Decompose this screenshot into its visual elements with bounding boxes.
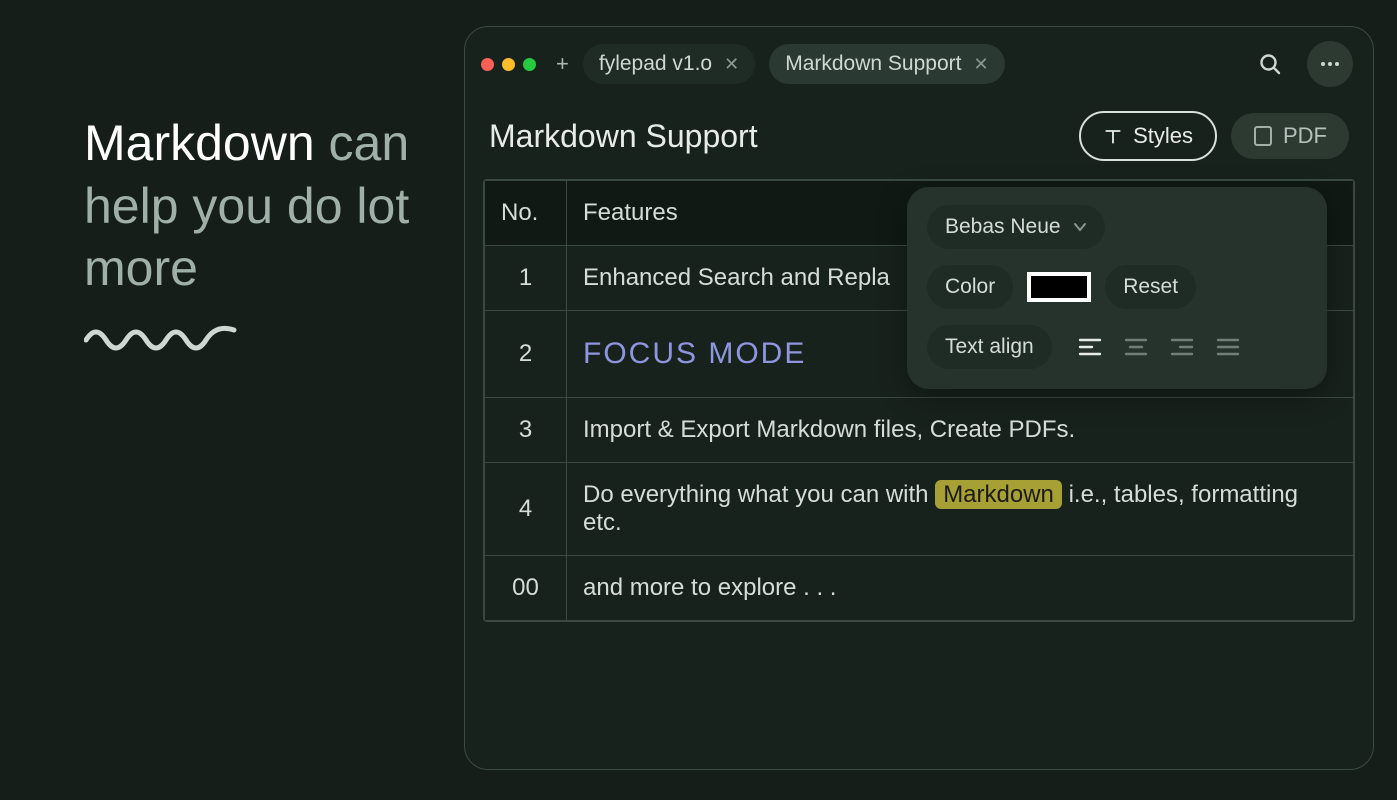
new-tab-button[interactable]: +	[556, 53, 569, 75]
chevron-down-icon	[1073, 220, 1087, 234]
tab-fylepad[interactable]: fylepad v1.o ✕	[583, 44, 755, 84]
close-icon[interactable]: ✕	[973, 54, 988, 75]
close-window-icon[interactable]	[481, 58, 494, 71]
search-button[interactable]	[1247, 41, 1293, 87]
cell-feature: Import & Export Markdown files, Create P…	[567, 398, 1354, 463]
maximize-window-icon[interactable]	[523, 58, 536, 71]
cell-no: 1	[485, 246, 567, 311]
styles-popover: Bebas Neue Color Reset Text align	[907, 187, 1327, 389]
align-left-icon	[1078, 337, 1102, 357]
pdf-label: PDF	[1283, 123, 1327, 149]
styles-label: Styles	[1133, 123, 1193, 149]
focus-mode-text: FOCUS MODE	[583, 337, 806, 370]
tab-markdown-support[interactable]: Markdown Support ✕	[769, 44, 1004, 84]
marketing-headline: Markdown can help you do lot more	[84, 112, 444, 300]
table-row: 00 and more to explore . . .	[485, 556, 1354, 621]
document-title: Markdown Support	[489, 118, 758, 155]
styles-button[interactable]: Styles	[1079, 111, 1217, 161]
text-align-label-chip: Text align	[927, 325, 1052, 369]
cell-feature: Do everything what you can with Markdown…	[567, 463, 1354, 556]
tab-label: Markdown Support	[785, 52, 961, 76]
document-icon	[1253, 125, 1273, 147]
squiggle-decoration	[84, 322, 244, 352]
cell-text: Do everything what you can with	[583, 481, 935, 508]
color-button[interactable]: Color	[927, 265, 1013, 309]
font-label: Bebas Neue	[945, 215, 1061, 239]
align-justify-icon	[1216, 337, 1240, 357]
markdown-chip: Markdown	[935, 480, 1062, 509]
text-align-group	[1072, 329, 1246, 365]
more-icon	[1318, 52, 1342, 76]
reset-button[interactable]: Reset	[1105, 265, 1196, 309]
table-row: 3 Import & Export Markdown files, Create…	[485, 398, 1354, 463]
minimize-window-icon[interactable]	[502, 58, 515, 71]
cell-no: 2	[485, 311, 567, 398]
align-right-icon	[1170, 337, 1194, 357]
font-select[interactable]: Bebas Neue	[927, 205, 1105, 249]
search-icon	[1258, 52, 1282, 76]
cell-no: 4	[485, 463, 567, 556]
close-icon[interactable]: ✕	[724, 54, 739, 75]
align-justify-button[interactable]	[1210, 329, 1246, 365]
tab-label: fylepad v1.o	[599, 52, 712, 76]
col-header-no: No.	[485, 181, 567, 246]
titlebar: + fylepad v1.o ✕ Markdown Support ✕	[465, 27, 1373, 101]
table-row: 4 Do everything what you can with Markdo…	[485, 463, 1354, 556]
more-menu-button[interactable]	[1307, 41, 1353, 87]
cell-feature: and more to explore . . .	[567, 556, 1354, 621]
traffic-lights	[481, 58, 536, 71]
align-center-button[interactable]	[1118, 329, 1154, 365]
color-label: Color	[945, 275, 995, 299]
headline-strong: Markdown	[84, 115, 315, 171]
reset-label: Reset	[1123, 275, 1178, 299]
type-icon	[1103, 126, 1123, 146]
align-right-button[interactable]	[1164, 329, 1200, 365]
app-window: + fylepad v1.o ✕ Markdown Support ✕	[464, 26, 1374, 770]
text-align-label: Text align	[945, 335, 1034, 359]
color-swatch[interactable]	[1027, 272, 1091, 302]
document-toolbar: Markdown Support Styles PDF	[465, 101, 1373, 179]
cell-no: 00	[485, 556, 567, 621]
align-center-icon	[1124, 337, 1148, 357]
align-left-button[interactable]	[1072, 329, 1108, 365]
pdf-button[interactable]: PDF	[1231, 113, 1349, 159]
cell-no: 3	[485, 398, 567, 463]
